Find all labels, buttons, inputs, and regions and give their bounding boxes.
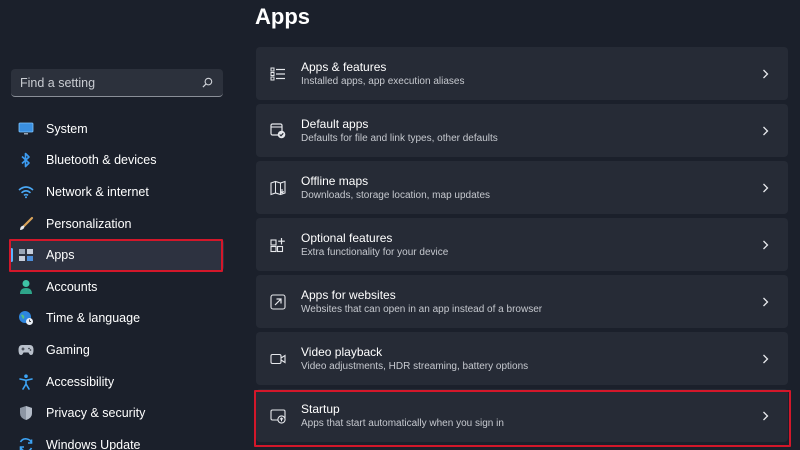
card-description: Installed apps, app execution aliases: [301, 75, 465, 87]
card-apps-features[interactable]: Apps & features Installed apps, app exec…: [256, 47, 788, 100]
gamepad-icon: [18, 342, 34, 358]
sidebar-item-apps[interactable]: Apps: [10, 239, 224, 271]
search-input[interactable]: Find a setting: [11, 69, 223, 97]
card-description: Apps that start automatically when you s…: [301, 417, 504, 429]
card-optional-features[interactable]: Optional features Extra functionality fo…: [256, 218, 788, 271]
default-apps-icon: [269, 122, 287, 140]
search-placeholder: Find a setting: [20, 75, 96, 90]
sidebar-item-system[interactable]: System: [10, 113, 224, 145]
open-external-icon: [269, 293, 287, 311]
card-title: Startup: [301, 401, 340, 416]
card-title: Optional features: [301, 230, 393, 245]
sidebar-item-label: Time & language: [46, 311, 141, 326]
search-icon[interactable]: [200, 76, 214, 90]
card-title: Apps & features: [301, 59, 387, 74]
sidebar-item-personalization[interactable]: Personalization: [10, 208, 224, 240]
apps-icon: [18, 247, 34, 263]
sidebar-item-label: Gaming: [46, 342, 90, 357]
sidebar-item-windows-update[interactable]: Windows Update: [10, 429, 224, 450]
sidebar-item-label: System: [46, 121, 88, 136]
chevron-right-icon: [760, 183, 770, 193]
card-title: Video playback: [301, 344, 383, 359]
card-description: Downloads, storage location, map updates: [301, 189, 491, 201]
add-grid-icon: [269, 236, 287, 254]
update-icon: [18, 437, 34, 450]
person-icon: [18, 279, 34, 295]
list-icon: [269, 65, 287, 83]
sidebar-nav: System Bluetooth & devices Network & int…: [10, 113, 224, 450]
sidebar-item-label: Accessibility: [46, 374, 115, 389]
video-icon: [269, 350, 287, 368]
shield-icon: [18, 405, 34, 421]
page-title: Apps: [255, 4, 310, 29]
sidebar-item-label: Bluetooth & devices: [46, 153, 157, 168]
sidebar-item-accounts[interactable]: Accounts: [10, 271, 224, 303]
settings-window: Find a setting System Bluetooth & device…: [0, 0, 800, 450]
globe-clock-icon: [18, 310, 34, 326]
card-default-apps[interactable]: Default apps Defaults for file and link …: [256, 104, 788, 157]
chevron-right-icon: [760, 69, 770, 79]
sidebar-item-network[interactable]: Network & internet: [10, 176, 224, 208]
wifi-icon: [18, 184, 34, 200]
settings-cards: Apps & features Installed apps, app exec…: [256, 47, 788, 446]
card-title: Offline maps: [301, 173, 369, 188]
sidebar-item-label: Windows Update: [46, 437, 141, 450]
brush-icon: [18, 216, 34, 232]
sidebar-item-gaming[interactable]: Gaming: [10, 334, 224, 366]
sidebar-item-label: Network & internet: [46, 184, 149, 199]
card-description: Defaults for file and link types, other …: [301, 132, 498, 144]
card-apps-for-websites[interactable]: Apps for websites Websites that can open…: [256, 275, 788, 328]
card-startup[interactable]: Startup Apps that start automatically wh…: [256, 389, 788, 442]
accessibility-icon: [18, 373, 34, 390]
card-description: Video adjustments, HDR streaming, batter…: [301, 360, 529, 372]
chevron-right-icon: [760, 240, 770, 250]
sidebar-item-label: Accounts: [46, 279, 98, 294]
card-video-playback[interactable]: Video playback Video adjustments, HDR st…: [256, 332, 788, 385]
sidebar-item-label: Personalization: [46, 216, 132, 231]
card-title: Apps for websites: [301, 287, 396, 302]
chevron-right-icon: [760, 411, 770, 421]
bluetooth-icon: [18, 152, 34, 168]
map-icon: [269, 179, 287, 197]
sidebar-item-time-language[interactable]: Time & language: [10, 303, 224, 335]
card-description: Websites that can open in an app instead…: [301, 303, 543, 315]
sidebar-item-bluetooth[interactable]: Bluetooth & devices: [10, 145, 224, 177]
card-description: Extra functionality for your device: [301, 246, 449, 258]
sidebar: Find a setting System Bluetooth & device…: [0, 0, 240, 450]
card-title: Default apps: [301, 116, 369, 131]
chevron-right-icon: [760, 297, 770, 307]
card-offline-maps[interactable]: Offline maps Downloads, storage location…: [256, 161, 788, 214]
monitor-icon: [18, 121, 34, 137]
sidebar-item-privacy-security[interactable]: Privacy & security: [10, 397, 224, 429]
chevron-right-icon: [760, 126, 770, 136]
chevron-right-icon: [760, 354, 770, 364]
startup-icon: [269, 407, 287, 425]
sidebar-item-label: Privacy & security: [46, 406, 146, 421]
sidebar-item-label: Apps: [46, 248, 75, 263]
sidebar-item-accessibility[interactable]: Accessibility: [10, 366, 224, 398]
